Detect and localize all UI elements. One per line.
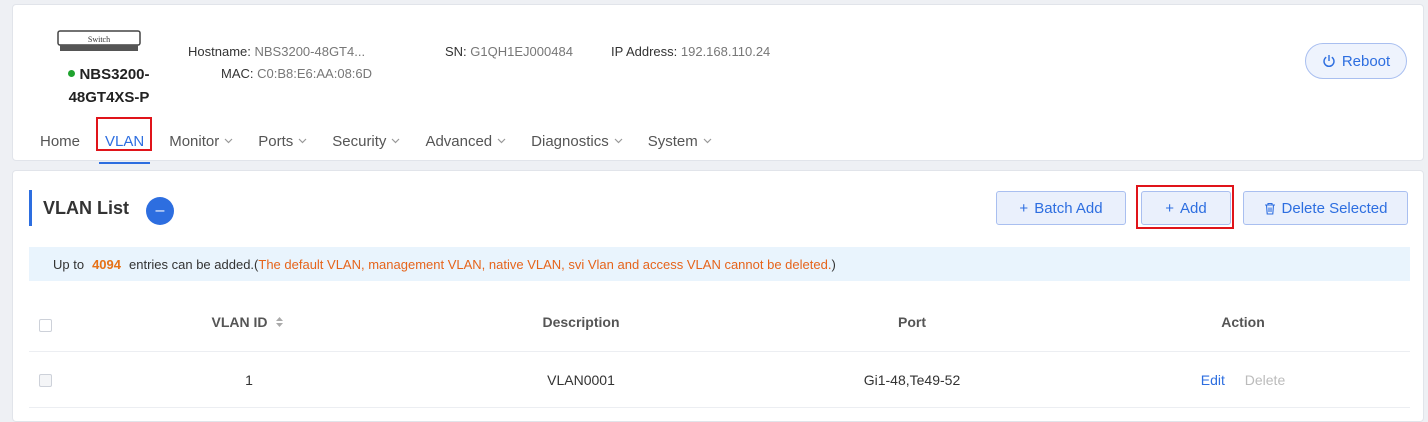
notice-prefix: Up to (53, 256, 85, 272)
ip-info: IP Address: 192.168.110.24 (611, 44, 770, 59)
reboot-label: Reboot (1341, 52, 1391, 70)
nav-monitor-label: Monitor (169, 132, 220, 150)
collapse-symbol: – (155, 202, 165, 219)
sn-value: G1QH1EJ000484 (470, 44, 573, 59)
notice-suffix: ) (831, 256, 836, 272)
notice-warning: The default VLAN, management VLAN, nativ… (258, 256, 832, 272)
cell-vlan-id: 1 (245, 372, 253, 388)
device-name-line1: NBS3200- (79, 66, 150, 83)
row-checkbox[interactable] (39, 374, 52, 387)
nav-diagnostics[interactable]: Diagnostics (524, 123, 630, 159)
device-name-line2: 48GT4XS-P (68, 89, 150, 106)
chevron-down-icon (497, 138, 506, 144)
nav-monitor[interactable]: Monitor (162, 123, 240, 159)
collapse-button[interactable]: – (146, 197, 174, 225)
section-title: VLAN List (29, 190, 129, 226)
device-name: NBS3200- 48GT4XS-P (49, 63, 169, 109)
reboot-button[interactable]: Reboot (1305, 43, 1407, 79)
vlan-tab-highlight-box (96, 117, 152, 151)
header-divider (29, 351, 1410, 352)
mac-label: MAC: (221, 66, 254, 81)
delete-link: Delete (1244, 372, 1286, 388)
power-icon (1323, 55, 1335, 68)
chevron-down-icon (703, 138, 712, 144)
delete-selected-button[interactable]: Delete Selected (1243, 191, 1408, 225)
notice-bar: Up to 4094 entries can be added.( The de… (29, 247, 1410, 281)
delete-selected-label: Delete Selected (1281, 199, 1388, 217)
sn-info: SN: G1QH1EJ000484 (445, 44, 573, 59)
col-action: Action (1221, 314, 1265, 330)
hostname-info: Hostname: NBS3200-48GT4... (188, 44, 365, 59)
col-description: Description (542, 314, 620, 330)
add-button-highlight-box (1136, 185, 1234, 229)
notice-count: 4094 (92, 256, 121, 272)
nav-home[interactable]: Home (33, 123, 87, 159)
edit-link[interactable]: Edit (1201, 372, 1225, 388)
col-vlan-id-label: VLAN ID (211, 314, 268, 330)
notice-middle: entries can be added.( (129, 256, 259, 272)
device-header-card: Switch NBS3200- 48GT4XS-P Hostname: NBS3… (12, 4, 1424, 164)
nav-home-label: Home (40, 132, 81, 150)
nav-advanced[interactable]: Advanced (418, 123, 513, 159)
cell-port: Gi1-48,Te49-52 (863, 372, 961, 388)
nav-ports[interactable]: Ports (251, 123, 314, 159)
select-all-checkbox[interactable] (39, 319, 52, 332)
plus-icon: + (1019, 199, 1029, 217)
switch-icon-label: Switch (88, 35, 110, 44)
col-vlan-id[interactable]: VLAN ID (143, 314, 353, 330)
nav-advanced-label: Advanced (425, 132, 493, 150)
nav-diagnostics-label: Diagnostics (531, 132, 609, 150)
cell-action: Edit Delete (1143, 372, 1343, 388)
batch-add-button[interactable]: + Batch Add (996, 191, 1126, 225)
online-status-dot (68, 70, 76, 77)
chevron-down-icon (392, 138, 400, 144)
cell-description: VLAN0001 (547, 372, 615, 388)
row-divider (29, 407, 1410, 408)
nav-security[interactable]: Security (325, 123, 407, 159)
col-port: Port (898, 314, 926, 330)
batch-add-label: Batch Add (1034, 199, 1103, 217)
nav-security-label: Security (332, 132, 387, 150)
chevron-down-icon (614, 138, 623, 144)
sn-label: SN: (445, 44, 467, 59)
nav-ports-label: Ports (258, 132, 294, 150)
nav-system-label: System (647, 132, 698, 150)
hostname-value: NBS3200-48GT4... (254, 44, 366, 59)
nav-system[interactable]: System (641, 123, 719, 159)
chevron-down-icon (224, 138, 233, 144)
ip-label: IP Address: (611, 44, 678, 59)
mac-info: MAC: C0:B8:E6:AA:08:6D (221, 66, 372, 81)
trash-icon (1264, 202, 1275, 215)
hostname-label: Hostname: (188, 44, 251, 59)
chevron-down-icon (298, 138, 307, 144)
switch-device-icon: Switch (57, 30, 141, 51)
ip-value: 192.168.110.24 (680, 44, 771, 59)
sort-icon (276, 317, 284, 327)
mac-value: C0:B8:E6:AA:08:6D (257, 66, 373, 81)
